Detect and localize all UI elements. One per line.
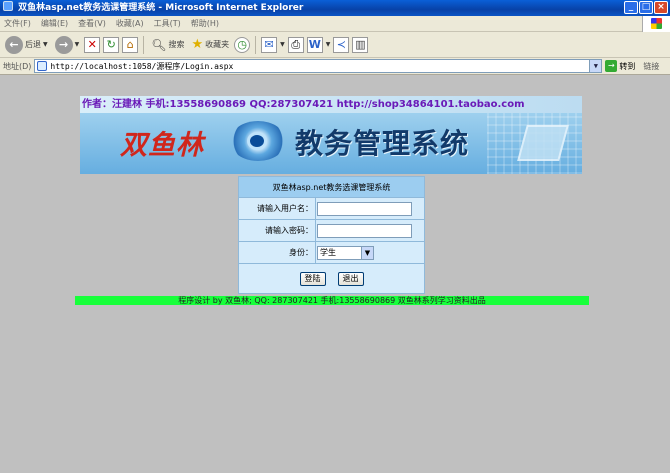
login-button[interactable]: 登陆	[299, 271, 326, 286]
messenger-icon[interactable]: ≺	[333, 36, 350, 53]
home-icon[interactable]: ⌂	[122, 36, 139, 53]
close-button[interactable]: ×	[654, 1, 668, 14]
banner-graphic: 双鱼林 教务管理系统	[80, 113, 582, 174]
username-label: 请输入用户名：	[239, 198, 316, 219]
mail-dropdown-icon[interactable]: ▼	[280, 41, 285, 48]
username-input[interactable]	[317, 201, 412, 216]
button-row: 登陆 退出	[239, 264, 424, 293]
forward-dropdown-icon[interactable]: ▼	[75, 41, 80, 48]
menu-view[interactable]: 查看(V)	[78, 18, 106, 29]
minimize-button[interactable]: _	[624, 1, 638, 14]
forward-arrow-icon: →	[54, 35, 73, 54]
favorites-button[interactable]: ★ 收藏夹	[189, 34, 231, 56]
history-icon[interactable]: ◷	[234, 36, 251, 53]
page-icon	[37, 61, 48, 71]
menu-tools[interactable]: 工具(T)	[154, 18, 181, 29]
address-url: http://localhost:1058/源程序/Login.aspx	[50, 61, 234, 71]
favorites-label: 收藏夹	[205, 40, 230, 49]
back-dropdown-icon[interactable]: ▼	[43, 41, 48, 48]
back-arrow-icon: ←	[5, 35, 23, 54]
password-label: 请输入密码：	[239, 220, 316, 241]
footer-credits: 程序设计 by 双鱼林; QQ: 287307421 手机:1355869086…	[75, 296, 589, 305]
menu-bar: 文件(F) 编辑(E) 查看(V) 收藏(A) 工具(T) 帮助(H)	[0, 16, 670, 32]
maximize-button[interactable]: □	[639, 1, 653, 14]
window-title: 双鱼林asp.net教务选课管理系统 - Microsoft Internet …	[18, 3, 304, 13]
back-label: 后退	[25, 40, 41, 49]
menu-favorites[interactable]: 收藏(A)	[116, 18, 144, 29]
print-icon[interactable]: ⎙	[287, 36, 304, 53]
address-input[interactable]: http://localhost:1058/源程序/Login.aspx ▼	[34, 59, 603, 73]
menu-help[interactable]: 帮助(H)	[191, 18, 219, 29]
back-button[interactable]: ← 后退 ▼	[3, 34, 50, 56]
forward-button[interactable]: → ▼	[53, 34, 82, 56]
page-viewport: 作者：汪建林 手机:13558690869 QQ:287307421 http:…	[0, 75, 670, 473]
search-button[interactable]: 🔍︎ 搜索	[149, 34, 186, 56]
menu-edit[interactable]: 编辑(E)	[41, 18, 68, 29]
author-line: 作者：汪建林 手机:13558690869 QQ:287307421 http:…	[80, 96, 582, 113]
window-title-bar: 双鱼林asp.net教务选课管理系统 - Microsoft Internet …	[0, 0, 670, 16]
mail-icon[interactable]: ✉	[261, 36, 278, 53]
search-label: 搜索	[168, 40, 185, 49]
brand-logo-text: 双鱼林	[120, 130, 204, 161]
password-input[interactable]	[317, 223, 412, 238]
go-label: 转到	[619, 61, 636, 71]
stop-icon[interactable]: ✕	[84, 36, 101, 53]
chevron-down-icon[interactable]: ▼	[361, 246, 373, 259]
login-panel: 双鱼林asp.net教务选课管理系统 请输入用户名： 请输入密码： 身份： 学生…	[238, 176, 425, 294]
browser-toolbar: ← 后退 ▼ → ▼ ✕ ↻ ⌂ 🔍︎ 搜索 ★ 收藏夹 ◷ ✉ ▼ ⎙ W ▼…	[0, 32, 670, 58]
research-icon[interactable]: ▥	[352, 36, 369, 53]
refresh-icon[interactable]: ↻	[103, 36, 120, 53]
edit-dropdown-icon[interactable]: ▼	[326, 41, 331, 48]
edit-word-icon[interactable]: W	[306, 36, 323, 53]
windows-logo-icon	[642, 16, 670, 32]
password-row: 请输入密码：	[239, 220, 424, 242]
header-banner: 作者：汪建林 手机:13558690869 QQ:287307421 http:…	[80, 96, 582, 174]
role-row: 身份： 学生 ▼	[239, 242, 424, 264]
star-icon: ★	[191, 37, 204, 52]
toolbar-separator	[143, 35, 145, 54]
address-dropdown-icon[interactable]: ▼	[589, 60, 602, 72]
username-row: 请输入用户名：	[239, 198, 424, 220]
role-selected-value: 学生	[320, 248, 336, 257]
exit-button[interactable]: 退出	[337, 271, 364, 286]
orb-graphic	[230, 121, 286, 161]
go-arrow-icon: →	[605, 60, 618, 72]
address-bar: 地址(D) http://localhost:1058/源程序/Login.as…	[0, 58, 670, 75]
ie-icon	[3, 1, 13, 11]
window-controls: _ □ ×	[624, 1, 668, 14]
login-heading: 双鱼林asp.net教务选课管理系统	[239, 177, 424, 198]
menu-file[interactable]: 文件(F)	[4, 18, 31, 29]
toolbar-separator	[255, 35, 257, 54]
system-title: 教务管理系统	[295, 127, 470, 160]
search-icon: 🔍︎	[151, 37, 167, 52]
go-button[interactable]: → 转到	[605, 60, 635, 72]
links-button[interactable]: 链接	[643, 61, 659, 72]
role-select[interactable]: 学生 ▼	[317, 245, 374, 260]
role-label: 身份：	[239, 242, 316, 263]
address-label: 地址(D)	[3, 61, 32, 71]
